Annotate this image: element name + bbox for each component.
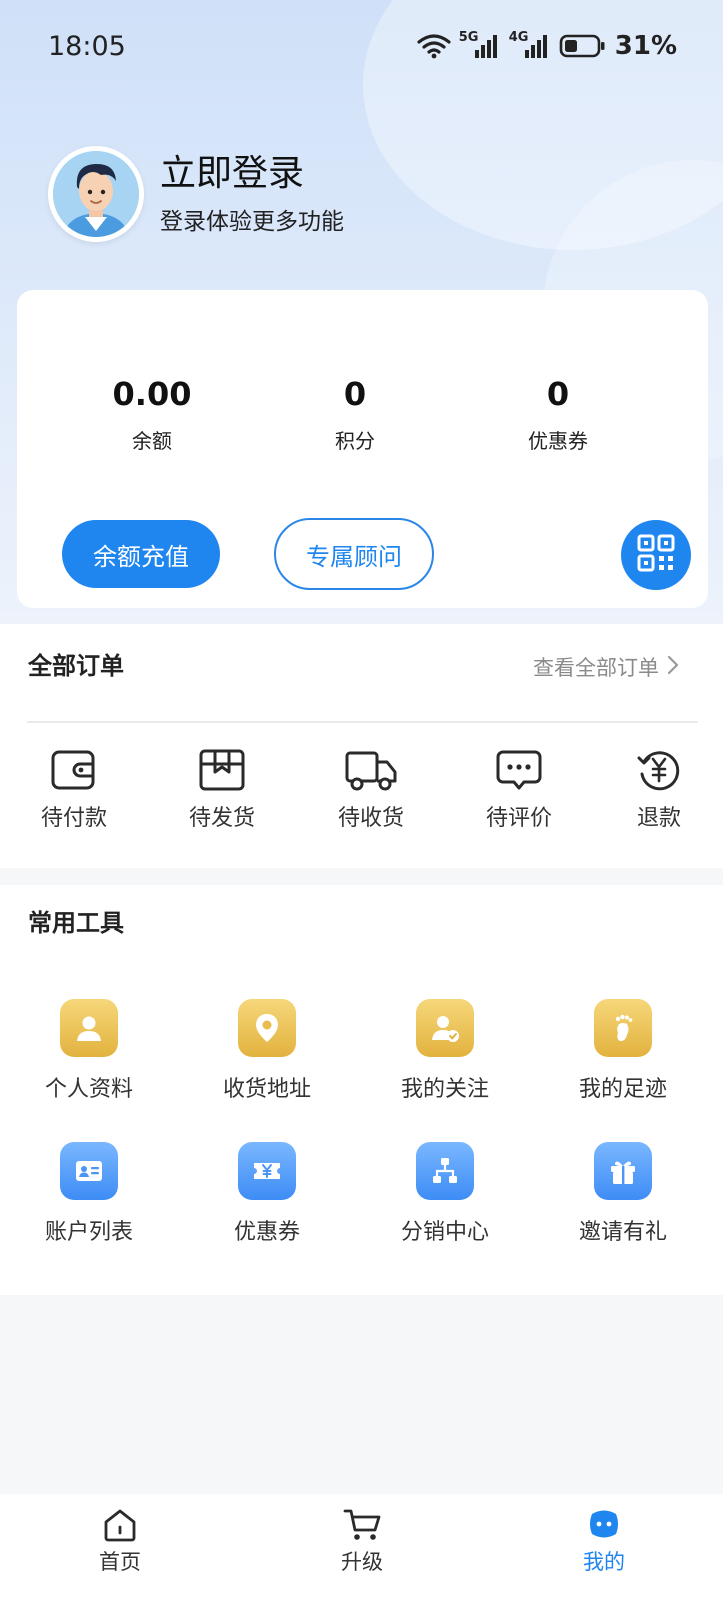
refund-icon [604,748,714,792]
nav-mine[interactable]: 我的 [544,1508,664,1576]
tool-label: 邀请有礼 [578,1220,667,1245]
tool-coupons[interactable]: 优惠券 [192,1142,342,1246]
tool-shipping-address[interactable]: 收货地址 [192,999,342,1103]
order-pending-payment[interactable]: 待付款 [19,748,129,832]
tools-title: 常用工具 [28,909,124,937]
nav-upgrade[interactable]: 升级 [302,1508,422,1576]
orders-section: 全部订单 查看全部订单 待付款 待发货 待收货 待评价 退款 [0,624,723,868]
signal-5g-icon: 5G [459,30,501,60]
order-pending-shipment[interactable]: 待发货 [167,748,277,832]
recharge-button[interactable]: 余额充值 [62,520,220,588]
tool-account-list[interactable]: 账户列表 [14,1142,164,1246]
stat-value: 0 [546,375,570,413]
location-icon [238,999,296,1057]
stat-coupons[interactable]: 0 优惠券 [458,375,658,454]
stat-label: 余额 [132,429,172,453]
view-all-label: 查看全部订单 [533,656,659,680]
gift-icon [594,1142,652,1200]
stat-label: 积分 [335,429,375,453]
nav-label: 升级 [341,1550,383,1574]
nav-label: 我的 [583,1550,625,1574]
coupon-icon [238,1142,296,1200]
orders-title: 全部订单 [28,652,124,680]
stat-points[interactable]: 0 积分 [255,375,455,454]
tool-label: 分销中心 [400,1220,489,1245]
signal-4g-icon: 4G [509,30,551,60]
follow-icon [416,999,474,1057]
avatar-cartoon-icon [53,151,139,237]
tool-label: 收货地址 [222,1077,311,1102]
order-refund[interactable]: 退款 [604,748,714,832]
truck-icon [316,748,426,792]
login-subtitle: 登录体验更多功能 [160,209,344,235]
stat-value: 0 [343,375,367,413]
hierarchy-icon [416,1142,474,1200]
divider [27,721,698,723]
status-time: 18:05 [48,30,126,62]
home-icon [60,1508,180,1542]
battery-icon [559,33,607,59]
assets-card: 0.00 余额 0 积分 0 优惠券 余额充值 专属顾问 [17,290,708,608]
tool-my-footprint[interactable]: 我的足迹 [548,999,698,1103]
order-pending-receipt[interactable]: 待收货 [316,748,426,832]
tool-my-follows[interactable]: 我的关注 [370,999,520,1103]
footprint-icon [594,999,652,1057]
id-card-icon [60,1142,118,1200]
stat-balance[interactable]: 0.00 余额 [52,375,252,454]
tool-invite-gift[interactable]: 邀请有礼 [548,1142,698,1246]
chat-icon [464,748,574,792]
battery-percentage: 31% [614,31,677,61]
wallet-icon [19,748,129,792]
status-indicators: 5G 4G 31% [417,30,677,61]
order-label: 待评价 [485,806,552,831]
profile-face-icon [544,1508,664,1542]
tool-label: 我的足迹 [578,1077,667,1102]
order-label: 待收货 [337,806,404,831]
tool-personal-info[interactable]: 个人资料 [14,999,164,1103]
tool-label: 个人资料 [44,1077,133,1102]
order-label: 待发货 [188,806,255,831]
tool-label: 我的关注 [400,1077,489,1102]
avatar[interactable] [48,146,144,242]
tool-label: 账户列表 [44,1220,133,1245]
status-bar: 18:05 5G 4G 31% [0,0,723,92]
tools-section: 常用工具 个人资料 收货地址 我的关注 我的足迹 账户列表 优惠券 分销中心 邀… [0,885,723,1295]
bottom-navigation: 首页 升级 我的 [0,1494,723,1600]
cart-icon [302,1508,422,1542]
nav-home[interactable]: 首页 [60,1508,180,1576]
tool-label: 优惠券 [233,1220,300,1245]
wifi-icon [417,33,451,59]
stat-value: 0.00 [112,375,192,413]
order-pending-review[interactable]: 待评价 [464,748,574,832]
order-label: 退款 [636,806,681,831]
login-profile-header[interactable]: 立即登录 登录体验更多功能 [48,146,344,242]
nav-label: 首页 [99,1550,141,1574]
person-icon [60,999,118,1057]
login-title[interactable]: 立即登录 [160,152,344,196]
qr-code-button[interactable] [621,520,691,590]
advisor-button[interactable]: 专属顾问 [274,518,434,590]
tool-distribution-center[interactable]: 分销中心 [370,1142,520,1246]
stat-label: 优惠券 [528,429,588,453]
order-label: 待付款 [40,806,107,831]
chevron-right-icon [667,655,679,680]
box-icon [167,748,277,792]
view-all-orders-link[interactable]: 查看全部订单 [533,652,679,682]
qr-code-icon [637,534,675,576]
